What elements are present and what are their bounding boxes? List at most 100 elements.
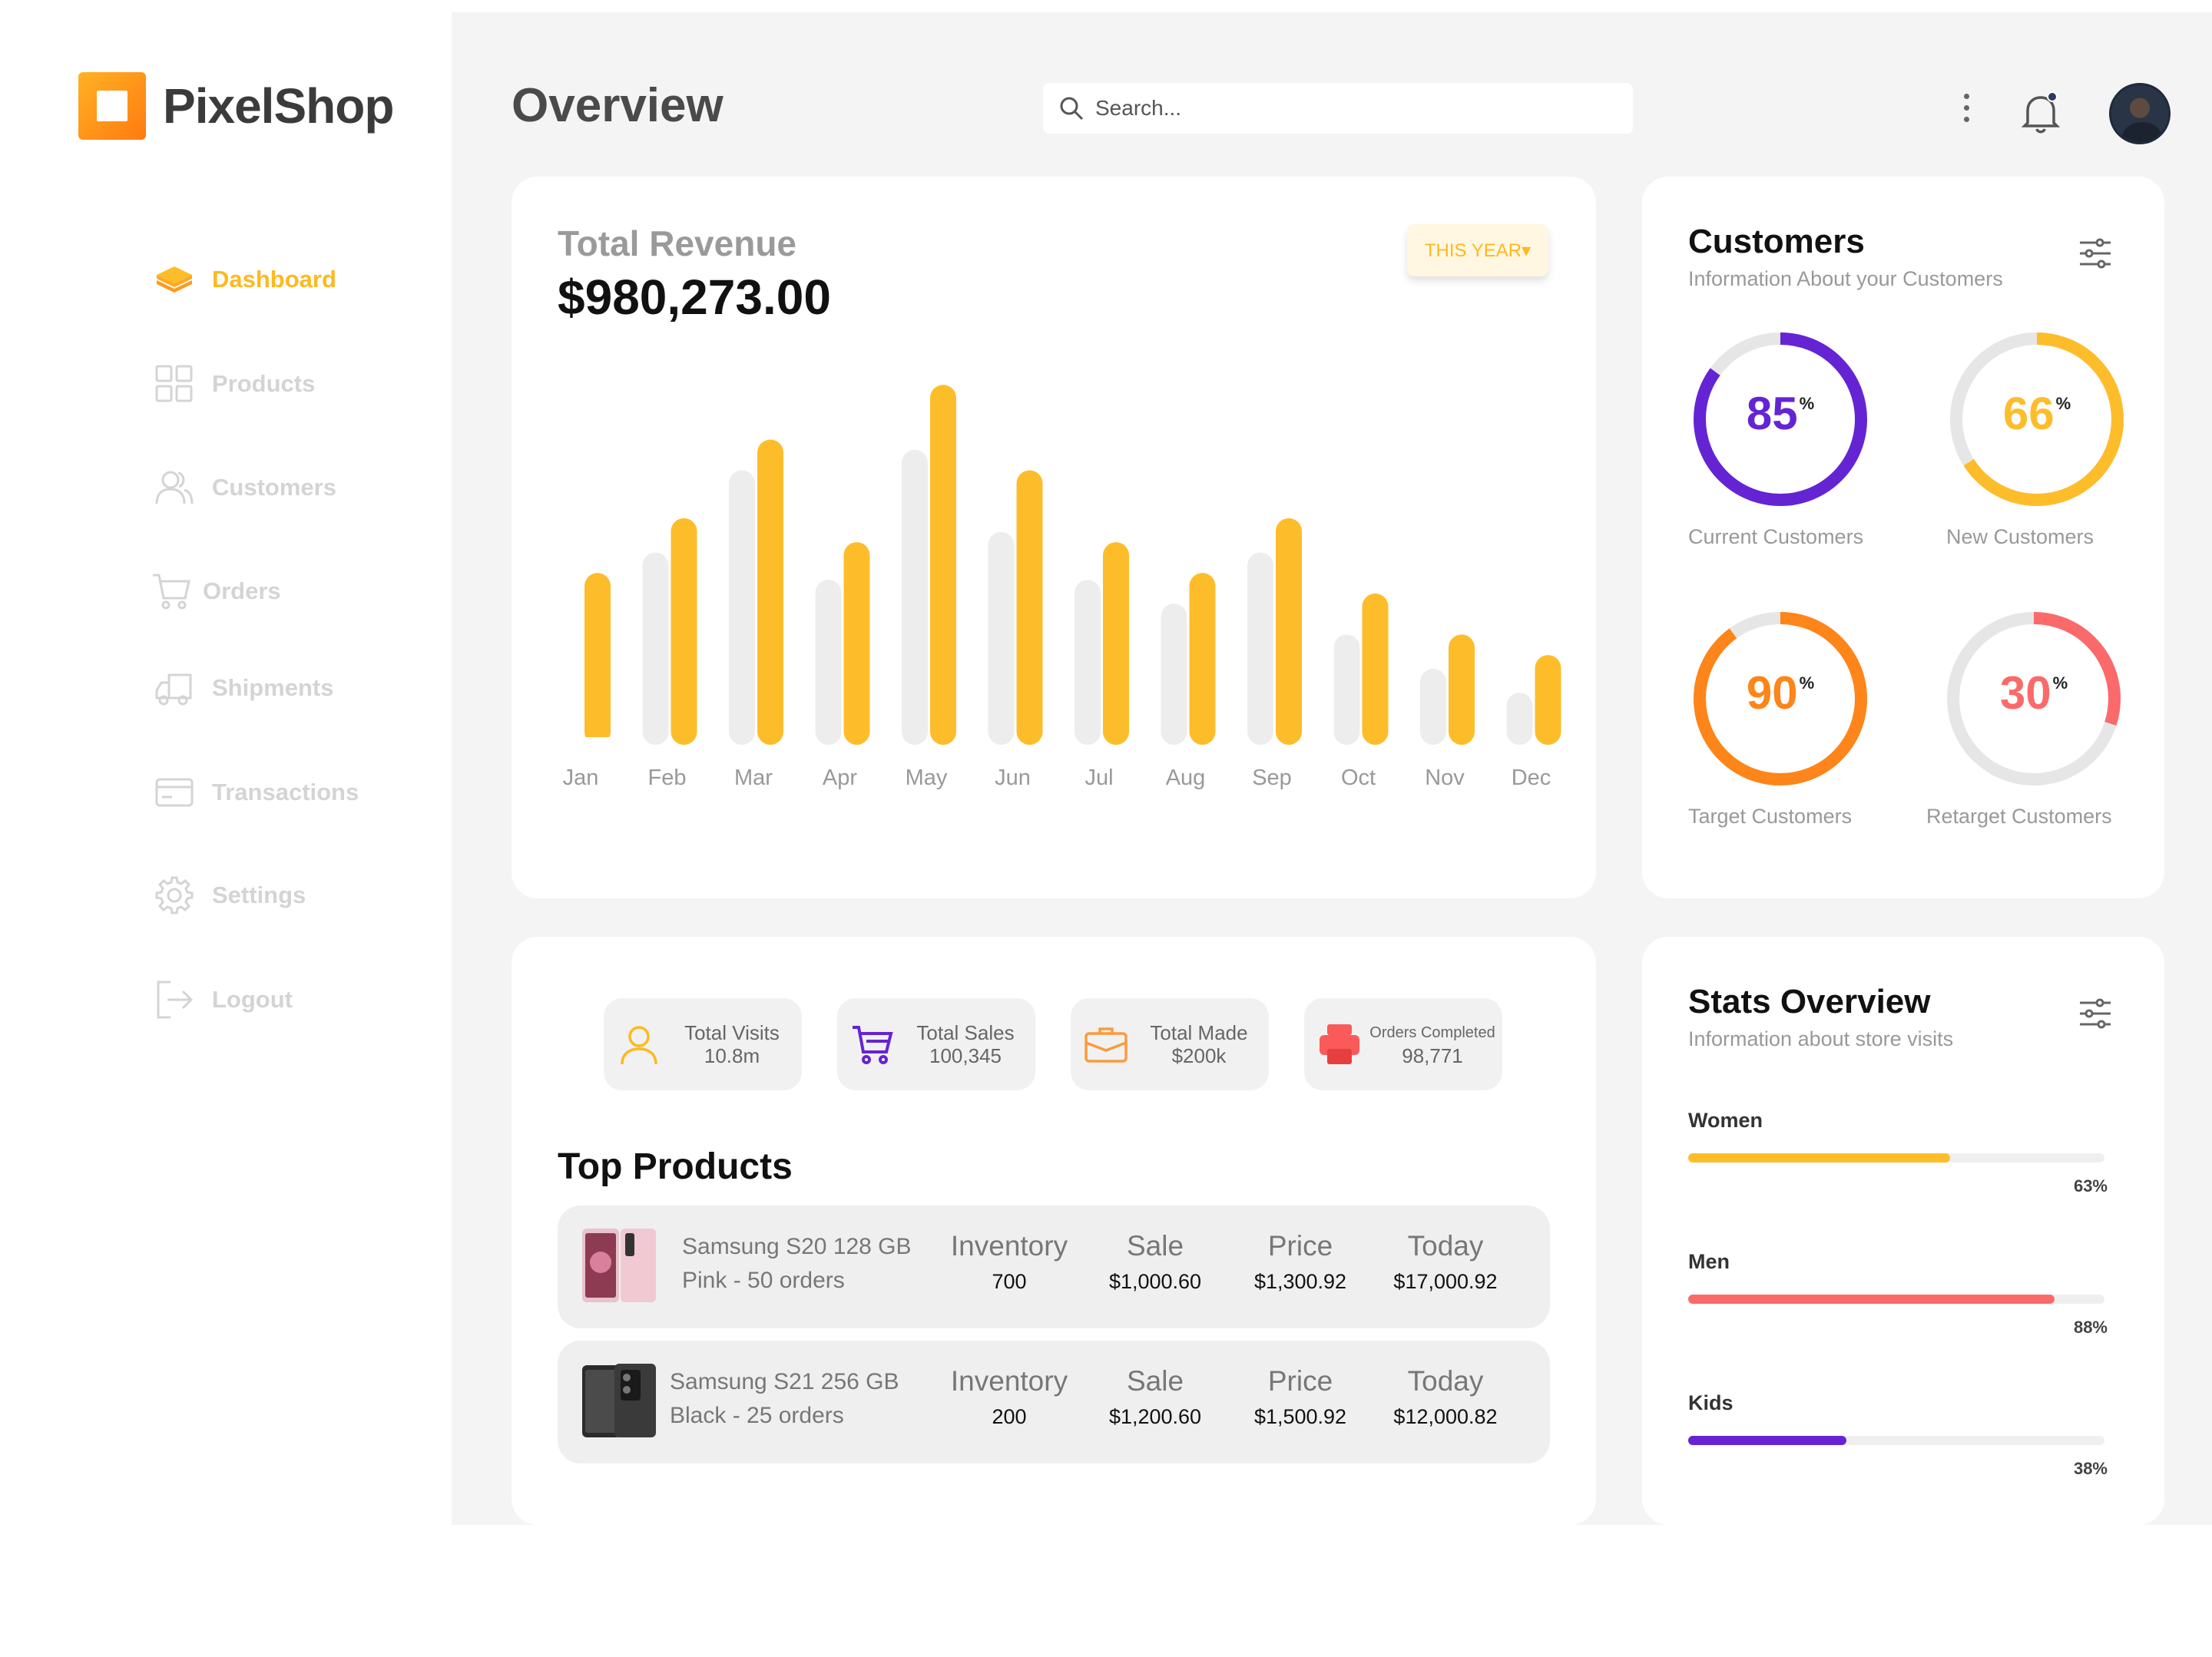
stat-bar-fill bbox=[1688, 1436, 1846, 1445]
donut-value: 66% bbox=[2002, 388, 2071, 439]
bar-current-feb bbox=[671, 518, 697, 745]
filter-settings-icon[interactable] bbox=[2077, 235, 2114, 272]
app-name: PixelShop bbox=[163, 78, 394, 134]
nav-label: Shipments bbox=[212, 674, 334, 701]
nav-item-settings[interactable]: Settings bbox=[154, 872, 306, 918]
chip-label: Total Made bbox=[1150, 1021, 1248, 1044]
cell-inventory: 700 bbox=[992, 1270, 1027, 1293]
nav-item-transactions[interactable]: Transactions bbox=[154, 769, 359, 815]
product-detail: Pink - 50 orders bbox=[682, 1268, 845, 1293]
bar-current-nov bbox=[1449, 634, 1475, 745]
table-row[interactable]: Samsung S21 256 GB Black - 25 orders Inv… bbox=[558, 1341, 1550, 1464]
bar-current-may bbox=[930, 385, 956, 745]
chip-label: Orders Completed bbox=[1369, 1024, 1495, 1041]
donut-label: New Customers bbox=[1946, 525, 2094, 548]
stat-bar-label-kids: Kids bbox=[1688, 1391, 1734, 1414]
donut-target-customers: 90% bbox=[1688, 607, 1873, 791]
nav-label: Orders bbox=[203, 577, 281, 604]
bar-current-oct bbox=[1362, 593, 1389, 745]
revenue-value: $980,273.00 bbox=[558, 270, 831, 325]
user-icon bbox=[621, 1026, 657, 1065]
donut-value: 85% bbox=[1746, 388, 1815, 439]
cell-today: $17,000.92 bbox=[1393, 1270, 1498, 1293]
card-icon bbox=[155, 778, 194, 807]
filter-settings-icon[interactable] bbox=[2077, 995, 2114, 1032]
notification-bell-icon[interactable] bbox=[2020, 89, 2063, 135]
printer-icon bbox=[1320, 1024, 1359, 1064]
product-image-black-phone bbox=[582, 1364, 656, 1437]
stat-bar-fill bbox=[1688, 1295, 2055, 1304]
donut-label: Current Customers bbox=[1688, 525, 1864, 548]
app-logo[interactable]: PixelShop bbox=[78, 72, 394, 140]
bar-previous-apr bbox=[815, 580, 842, 745]
page-title: Overview bbox=[512, 79, 724, 132]
bar-current-dec bbox=[1535, 655, 1561, 745]
stat-chip-orders-completed[interactable]: Orders Completed 98,771 bbox=[1304, 998, 1502, 1090]
column-header-price: Price bbox=[1267, 1230, 1333, 1262]
donut-value: 90% bbox=[1746, 667, 1815, 719]
bar-current-mar bbox=[757, 439, 783, 745]
user-avatar[interactable] bbox=[2109, 83, 2171, 144]
bar-previous-may bbox=[902, 449, 928, 745]
bar-current-apr bbox=[843, 542, 870, 745]
nav-label: Settings bbox=[212, 881, 306, 908]
cell-today: $12,000.82 bbox=[1393, 1405, 1498, 1428]
customers-title: Customers bbox=[1688, 223, 1865, 260]
x-tick-label: Oct bbox=[1341, 766, 1376, 790]
nav-label: Transactions bbox=[212, 779, 359, 805]
briefcase-icon bbox=[1084, 1027, 1128, 1063]
nav-item-dashboard[interactable]: Dashboard bbox=[154, 256, 336, 303]
cell-sale: $1,000.60 bbox=[1108, 1270, 1202, 1293]
donut-label: Target Customers bbox=[1688, 805, 1853, 828]
x-tick-label: Aug bbox=[1166, 766, 1206, 790]
donut-retarget-customers: 30% bbox=[1942, 607, 2126, 791]
x-tick-label: Mar bbox=[734, 766, 773, 790]
stat-bar-track-women bbox=[1688, 1153, 2104, 1163]
gear-icon bbox=[155, 876, 194, 914]
nav-label: Products bbox=[212, 370, 316, 397]
product-detail: Black - 25 orders bbox=[670, 1403, 844, 1428]
bar-current-sep bbox=[1276, 518, 1302, 745]
bar-previous-aug bbox=[1161, 604, 1187, 745]
revenue-card: Total Revenue $980,273.00 THIS YEAR▾ Jan… bbox=[512, 177, 1596, 898]
bar-previous-oct bbox=[1333, 634, 1360, 745]
nav-label: Dashboard bbox=[212, 266, 336, 293]
x-tick-label: Sep bbox=[1252, 766, 1292, 790]
stat-chip-total-visits[interactable]: Total Visits 10.8m bbox=[604, 998, 802, 1090]
bar-previous-sep bbox=[1247, 552, 1273, 745]
donut-current-customers: 85% bbox=[1688, 327, 1873, 511]
search-bar[interactable] bbox=[1043, 83, 1633, 134]
stat-bar-track-kids bbox=[1688, 1436, 2104, 1445]
nav-item-shipments[interactable]: Shipments bbox=[154, 665, 333, 711]
x-tick-label: Dec bbox=[1512, 766, 1551, 790]
x-tick-label: Feb bbox=[648, 766, 687, 790]
table-row[interactable]: Samsung S20 128 GB Pink - 50 orders Inve… bbox=[558, 1206, 1550, 1328]
nav-label: Customers bbox=[212, 474, 336, 501]
bar-current-jun bbox=[1016, 470, 1043, 745]
top-products-title: Top Products bbox=[558, 1146, 793, 1187]
stats-overview-card: Stats Overview Information about store v… bbox=[1642, 937, 2164, 1525]
search-icon bbox=[1060, 97, 1084, 121]
stat-bar-label-men: Men bbox=[1688, 1250, 1730, 1273]
product-name: Samsung S20 128 GB bbox=[682, 1234, 912, 1259]
nav-item-customers[interactable]: Customers bbox=[154, 465, 336, 511]
revenue-label: Total Revenue bbox=[558, 223, 796, 263]
stat-chip-total-made[interactable]: Total Made $200k bbox=[1071, 998, 1269, 1090]
nav-item-logout[interactable]: Logout bbox=[154, 977, 293, 1023]
period-dropdown-button[interactable]: THIS YEAR▾ bbox=[1407, 224, 1548, 276]
column-header-sale: Sale bbox=[1126, 1230, 1184, 1262]
logout-icon bbox=[157, 981, 194, 1019]
sidebar: PixelShop Dashboard Products Customers O… bbox=[0, 0, 452, 1657]
chart-baseline-mask bbox=[542, 737, 1564, 748]
cart-icon bbox=[853, 1026, 893, 1064]
nav-item-orders[interactable]: Orders bbox=[151, 568, 281, 614]
x-tick-label: Apr bbox=[823, 766, 857, 790]
stat-chip-total-sales[interactable]: Total Sales 100,345 bbox=[837, 998, 1035, 1090]
cell-price: $1,300.92 bbox=[1253, 1270, 1347, 1293]
nav-item-products[interactable]: Products bbox=[154, 361, 315, 407]
column-header-today: Today bbox=[1407, 1230, 1484, 1262]
bar-previous-nov bbox=[1420, 668, 1446, 745]
search-input[interactable] bbox=[1095, 96, 1602, 121]
more-options-icon[interactable] bbox=[1959, 94, 1974, 132]
users-icon bbox=[155, 471, 194, 504]
